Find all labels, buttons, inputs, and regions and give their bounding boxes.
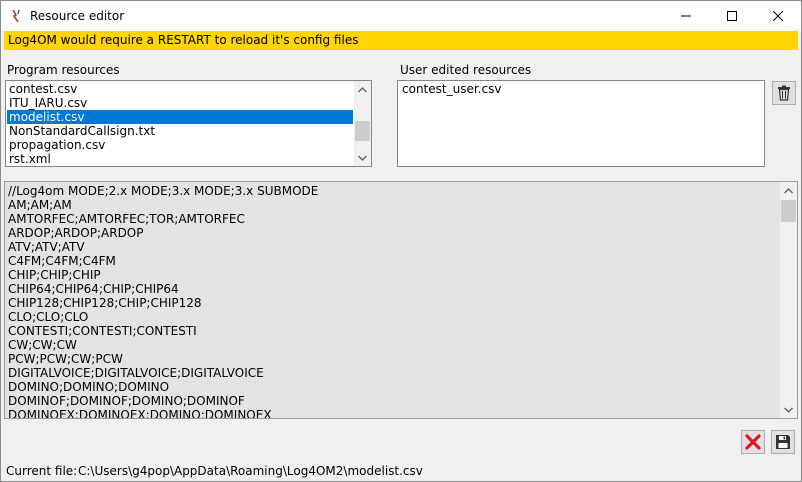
title-bar: Resource editor: [1, 1, 801, 31]
scroll-down-button[interactable]: [780, 401, 797, 418]
editor-line: CW;CW;CW: [8, 338, 77, 352]
restart-warning-text: Log4OM would require a RESTART to reload…: [8, 33, 359, 47]
editor-line: DOMINO;DOMINO;DOMINO: [8, 380, 170, 394]
chevron-down-icon: [784, 407, 793, 413]
maximize-button[interactable]: [709, 1, 755, 31]
program-resources-list[interactable]: contest.csv ITU_IARU.csv modelist.csv No…: [5, 80, 372, 167]
editor-line: CHIP64;CHIP64;CHIP;CHIP64: [8, 282, 179, 296]
close-button[interactable]: [755, 1, 801, 31]
current-file-label: Current file:: [6, 464, 78, 478]
minimize-button[interactable]: [663, 1, 709, 31]
cancel-button[interactable]: [741, 430, 765, 454]
trash-icon: [778, 85, 790, 101]
list-item[interactable]: NonStandardCallsign.txt: [7, 124, 353, 138]
editor-line: CHIP128;CHIP128;CHIP;CHIP128: [8, 296, 202, 310]
chevron-up-icon: [784, 187, 793, 193]
minimize-icon: [681, 15, 691, 17]
file-content-editor[interactable]: //Log4om MODE;2.x MODE;3.x MODE;3.x SUBM…: [4, 181, 798, 419]
current-file-path: C:\Users\g4pop\AppData\Roaming\Log4OM2\m…: [78, 464, 423, 478]
list-item-selected[interactable]: modelist.csv: [7, 110, 353, 124]
maximize-icon: [727, 11, 737, 21]
restart-warning-banner: Log4OM would require a RESTART to reload…: [4, 31, 798, 50]
window-title: Resource editor: [30, 9, 125, 23]
list-item[interactable]: contest.csv: [7, 82, 353, 96]
editor-line: CONTESTI;CONTESTI;CONTESTI: [8, 324, 197, 338]
user-resources-label: User edited resources: [400, 63, 532, 77]
scroll-down-button[interactable]: [354, 149, 371, 166]
editor-line: DOMINOEX;DOMINOEX;DOMINO;DOMINOEX: [8, 408, 272, 419]
scroll-thumb[interactable]: [355, 121, 370, 141]
scroll-up-button[interactable]: [780, 182, 797, 199]
editor-line: CHIP;CHIP;CHIP: [8, 268, 101, 282]
editor-line: AM;AM;AM: [8, 198, 72, 212]
chevron-down-icon: [358, 155, 367, 161]
list-item[interactable]: rst.xml: [7, 152, 353, 166]
red-x-icon: [745, 434, 761, 450]
editor-scrollbar[interactable]: [780, 182, 797, 418]
scroll-up-button[interactable]: [354, 81, 371, 98]
editor-line: PCW;PCW;CW;PCW: [8, 352, 123, 366]
resource-editor-window: Resource editor Log4OM would require a R…: [0, 0, 802, 482]
save-button[interactable]: [771, 430, 795, 454]
status-bar: Current file: C:\Users\g4pop\AppData\Roa…: [1, 461, 801, 481]
delete-user-resource-button[interactable]: [772, 81, 796, 105]
list-item[interactable]: ITU_IARU.csv: [7, 96, 353, 110]
close-icon: [773, 11, 783, 21]
editor-line: C4FM;C4FM;C4FM: [8, 254, 116, 268]
scroll-thumb[interactable]: [781, 200, 796, 222]
floppy-disk-icon: [776, 435, 790, 449]
list-item[interactable]: propagation.csv: [7, 138, 353, 152]
user-resources-list[interactable]: contest_user.csv: [397, 80, 765, 167]
editor-line: CLO;CLO;CLO: [8, 310, 89, 324]
list-item[interactable]: contest_user.csv: [400, 82, 501, 96]
program-resources-label: Program resources: [7, 63, 120, 77]
editor-line: DOMINOF;DOMINOF;DOMINO;DOMINOF: [8, 394, 245, 408]
editor-line: AMTORFEC;AMTORFEC;TOR;AMTORFEC: [8, 212, 245, 226]
app-icon: [12, 9, 20, 23]
editor-lines: //Log4om MODE;2.x MODE;3.x MODE;3.x SUBM…: [5, 184, 780, 419]
program-resources-scrollbar[interactable]: [354, 81, 371, 166]
editor-line: ATV;ATV;ATV: [8, 240, 85, 254]
editor-line: DIGITALVOICE;DIGITALVOICE;DIGITALVOICE: [8, 366, 264, 380]
editor-line: //Log4om MODE;2.x MODE;3.x MODE;3.x SUBM…: [8, 184, 319, 198]
chevron-up-icon: [358, 86, 367, 92]
editor-line: ARDOP;ARDOP;ARDOP: [8, 226, 144, 240]
